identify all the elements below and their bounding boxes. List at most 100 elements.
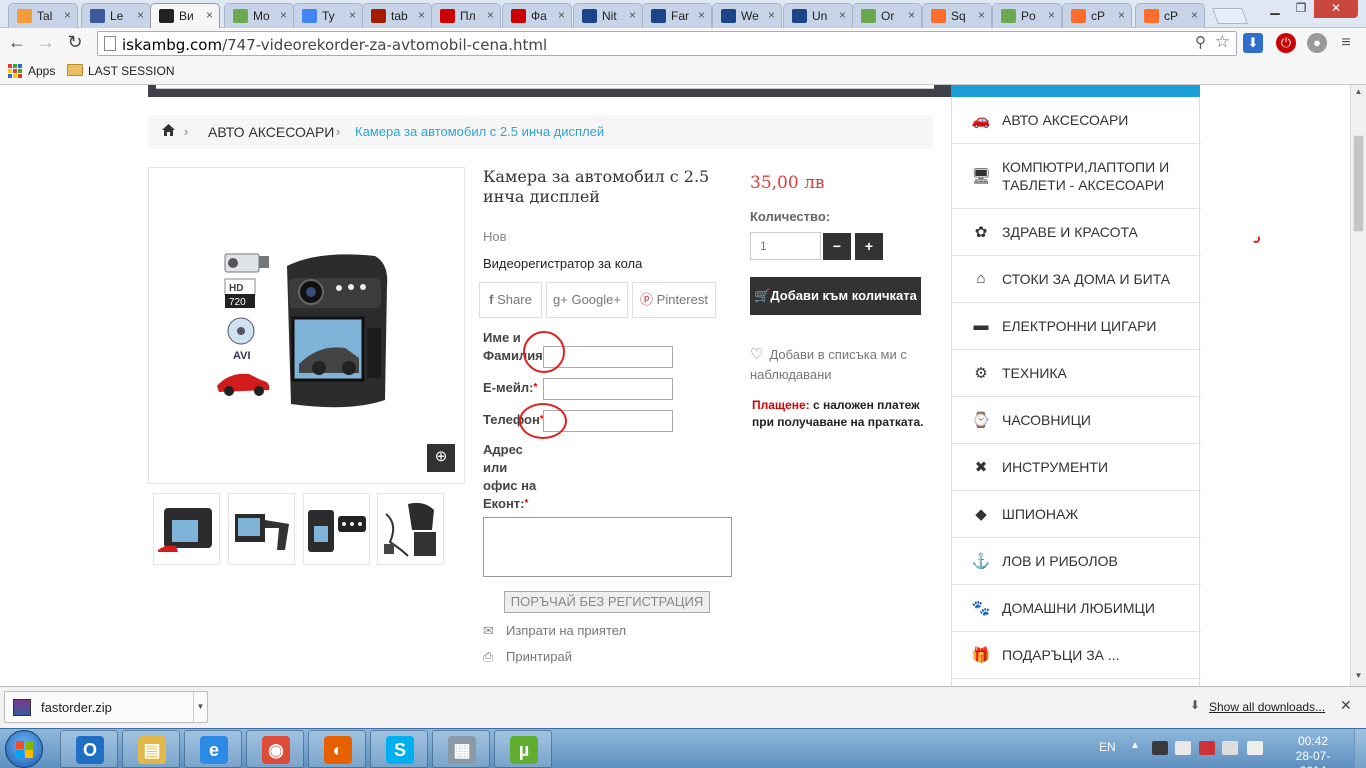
product-main-image[interactable]: HD 720 AVI ⊕	[148, 167, 465, 484]
system-clock[interactable]: 00:42 28-07-2014	[1283, 734, 1343, 768]
apps-icon[interactable]	[8, 64, 22, 78]
download-arrow-icon[interactable]: ⬇	[1243, 33, 1263, 53]
category-item[interactable]: ◆ ШПИОНАЖ	[952, 491, 1201, 538]
add-to-cart-button[interactable]: 🛒Добави към количката	[750, 277, 921, 315]
browser-tab[interactable]: Nit ×	[573, 3, 643, 28]
quantity-input[interactable]: 1	[750, 232, 821, 260]
browser-tab[interactable]: Po ×	[992, 3, 1062, 28]
last-session-bookmark[interactable]: LAST SESSION	[88, 64, 174, 78]
browser-tab[interactable]: Un ×	[783, 3, 853, 28]
minimize-button[interactable]: ▁	[1262, 0, 1288, 18]
category-item[interactable]: ▬ ЕЛЕКТРОННИ ЦИГАРИ	[952, 303, 1201, 350]
network-icon[interactable]	[1152, 741, 1168, 755]
print-link[interactable]: ⎙ Принтирай	[483, 649, 572, 665]
quantity-minus-button[interactable]: −	[823, 233, 851, 260]
new-tab-button[interactable]	[1212, 8, 1248, 24]
tab-close-icon[interactable]: ×	[1191, 8, 1198, 22]
browser-tab[interactable]: Пл ×	[431, 3, 501, 28]
tab-close-icon[interactable]: ×	[839, 8, 846, 22]
tab-close-icon[interactable]: ×	[978, 8, 985, 22]
tab-close-icon[interactable]: ×	[349, 8, 356, 22]
tab-close-icon[interactable]: ×	[629, 8, 636, 22]
taskbar-app-button[interactable]: ▦	[432, 730, 490, 768]
tab-close-icon[interactable]: ×	[1118, 8, 1125, 22]
browser-tab[interactable]: Ви ×	[150, 3, 220, 28]
language-indicator[interactable]: EN	[1099, 740, 1116, 754]
category-item[interactable]: ✿ ЗДРАВЕ И КРАСОТА	[952, 209, 1201, 256]
address-textarea[interactable]	[483, 517, 732, 577]
apps-bookmark[interactable]: Apps	[28, 64, 55, 78]
signal-icon[interactable]	[1175, 741, 1191, 755]
taskbar-app-button[interactable]: S	[370, 730, 428, 768]
browser-tab[interactable]: Tal ×	[8, 3, 78, 28]
product-thumbnail[interactable]	[228, 493, 295, 565]
bookmark-star-icon[interactable]: ☆	[1215, 32, 1230, 52]
start-button[interactable]	[5, 730, 43, 768]
category-item[interactable]: 🎁 ПОДАРЪЦИ ЗА ...	[952, 632, 1201, 679]
close-icon[interactable]: ✕	[1340, 697, 1352, 714]
devices-icon[interactable]	[1222, 741, 1238, 755]
order-without-registration-button[interactable]: ПОРЪЧАЙ БЕЗ РЕГИСТРАЦИЯ	[504, 591, 710, 613]
tab-close-icon[interactable]: ×	[137, 8, 144, 22]
category-item[interactable]: 🐾 ДОМАШНИ ЛЮБИМЦИ	[952, 585, 1201, 632]
product-thumbnail[interactable]	[153, 493, 220, 565]
taskbar-app-button[interactable]: ◉	[246, 730, 304, 768]
tray-expand-icon[interactable]: ▲	[1130, 740, 1140, 751]
volume-icon[interactable]	[1247, 741, 1263, 755]
zoom-in-icon[interactable]: ⊕	[427, 444, 455, 472]
quantity-plus-button[interactable]: +	[855, 233, 883, 260]
show-all-downloads-link[interactable]: Show all downloads...	[1209, 700, 1325, 714]
tab-close-icon[interactable]: ×	[768, 8, 775, 22]
tab-close-icon[interactable]: ×	[698, 8, 705, 22]
taskbar-app-button[interactable]: ▤	[122, 730, 180, 768]
reload-button[interactable]: ↻	[64, 32, 86, 54]
browser-tab[interactable]: tab ×	[362, 3, 432, 28]
browser-tab[interactable]: cP ×	[1135, 3, 1205, 28]
home-icon[interactable]	[162, 124, 175, 136]
tab-close-icon[interactable]: ×	[206, 8, 213, 22]
category-item[interactable]: ⚓ ЛОВ И РИБОЛОВ	[952, 538, 1201, 585]
browser-tab[interactable]: cP ×	[1062, 3, 1132, 28]
tab-close-icon[interactable]: ×	[64, 8, 71, 22]
browser-tab[interactable]: Ту ×	[293, 3, 363, 28]
chevron-down-icon[interactable]: ▼	[193, 692, 207, 722]
email-field[interactable]	[543, 378, 673, 400]
wishlist-link[interactable]: ♡ Добави в списъка ми с наблюдавани	[750, 345, 930, 385]
tab-close-icon[interactable]: ×	[487, 8, 494, 22]
taskbar-app-button[interactable]: µ	[494, 730, 552, 768]
send-to-friend-link[interactable]: ✉ Изпрати на приятел	[483, 623, 626, 639]
category-item[interactable]: ⌚ ЧАСОВНИЦИ	[952, 397, 1201, 444]
show-desktop-button[interactable]	[1354, 729, 1366, 768]
address-bar[interactable]: iskambg.com/747-videorekorder-za-avtomob…	[97, 31, 1237, 56]
adblock-icon[interactable]: ⏻	[1276, 33, 1296, 53]
browser-tab[interactable]: Sq ×	[922, 3, 992, 28]
action-center-icon[interactable]	[1199, 741, 1215, 755]
browser-tab[interactable]: We ×	[712, 3, 782, 28]
google-plus-share-button[interactable]: g+ Google+	[546, 282, 628, 318]
close-window-button[interactable]: ✕	[1314, 0, 1358, 18]
maximize-button[interactable]: ❐	[1288, 0, 1314, 18]
scrollbar-thumb[interactable]	[1353, 135, 1364, 232]
category-item[interactable]: ✖ ИНСТРУМЕНТИ	[952, 444, 1201, 491]
category-item[interactable]: ⚙ ТЕХНИКА	[952, 350, 1201, 397]
forward-button[interactable]: →	[35, 32, 57, 54]
tab-close-icon[interactable]: ×	[280, 8, 287, 22]
taskbar-app-button[interactable]: ◐	[308, 730, 366, 768]
taskbar-app-button[interactable]: e	[184, 730, 242, 768]
category-item[interactable]: 🖥 КОМПЮТРИ,ЛАПТОПИ И ТАБЛЕТИ - АКСЕСОАРИ	[952, 144, 1201, 209]
download-item[interactable]: fastorder.zip ▼	[4, 691, 208, 723]
product-thumbnail[interactable]	[303, 493, 370, 565]
browser-tab[interactable]: Far ×	[642, 3, 712, 28]
taskbar-app-button[interactable]: O	[60, 730, 118, 768]
tab-close-icon[interactable]: ×	[908, 8, 915, 22]
zoom-icon[interactable]: ⚲	[1195, 33, 1206, 51]
browser-tab[interactable]: Le ×	[81, 3, 151, 28]
tab-close-icon[interactable]: ×	[418, 8, 425, 22]
browser-tab[interactable]: Mo ×	[224, 3, 294, 28]
menu-icon[interactable]: ≡	[1336, 33, 1356, 53]
back-button[interactable]: ←	[6, 32, 28, 54]
category-item[interactable]: 🚗 АВТО АКСЕСОАРИ	[952, 97, 1201, 144]
browser-tab[interactable]: Фа ×	[502, 3, 572, 28]
extension-icon[interactable]: ●	[1307, 33, 1327, 53]
browser-tab[interactable]: Or ×	[852, 3, 922, 28]
